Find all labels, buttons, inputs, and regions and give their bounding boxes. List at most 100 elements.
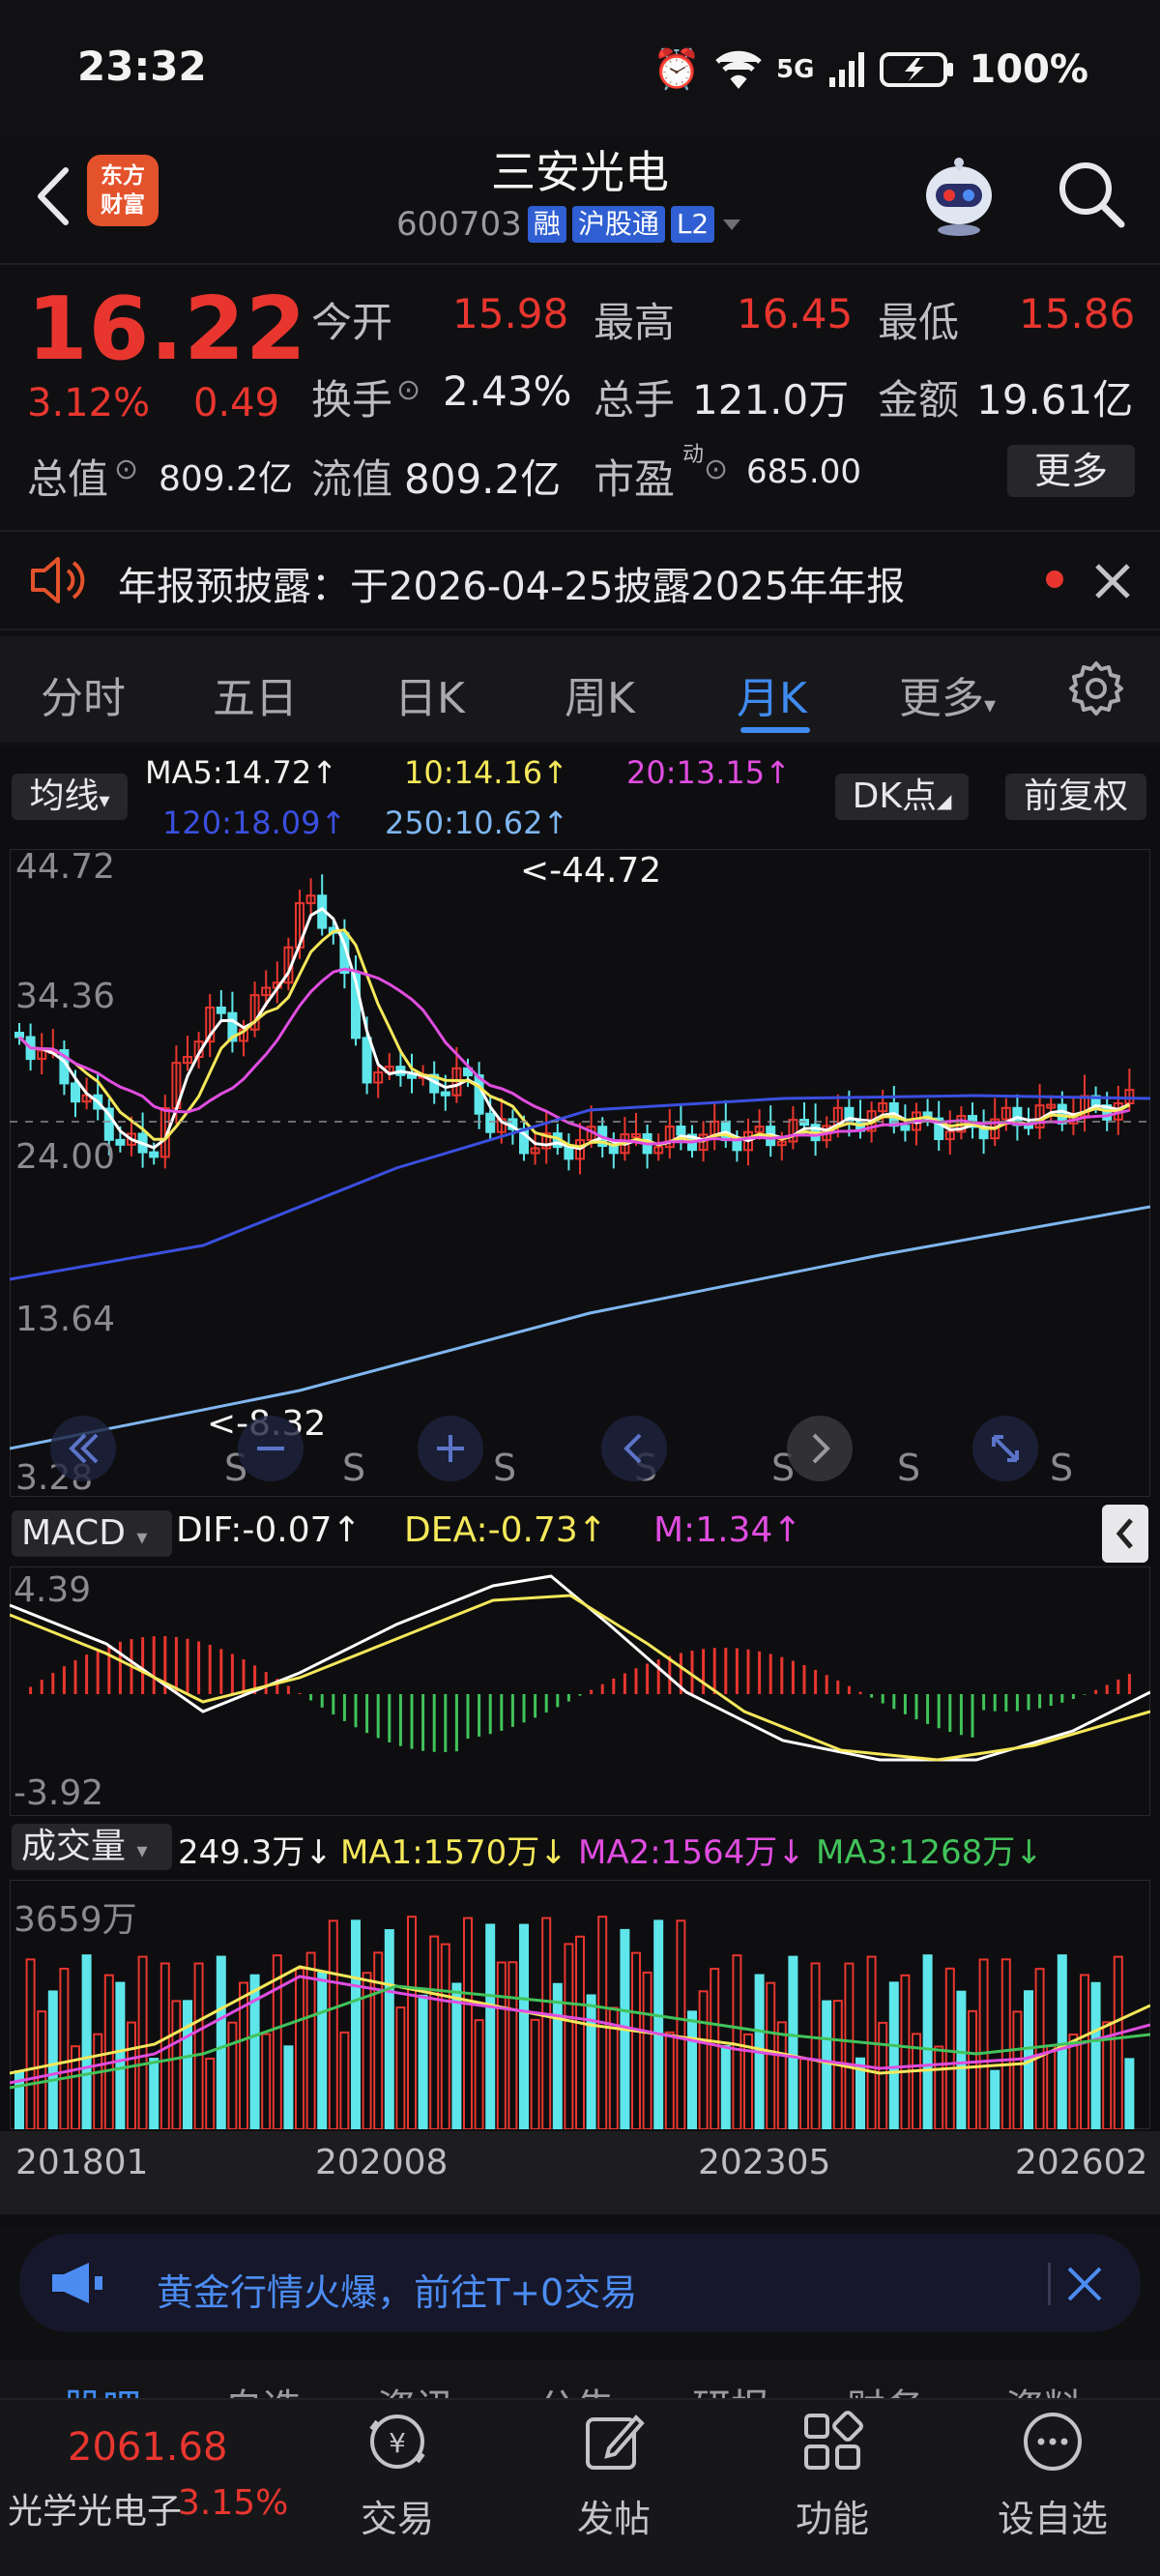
- volume-bar: [978, 1958, 989, 2129]
- volume-bar: [496, 1961, 507, 2129]
- tab-daily-k[interactable]: 日K: [394, 663, 465, 725]
- sector-index-value[interactable]: 2061.68: [68, 2425, 227, 2470]
- volume-bar: [1090, 1981, 1101, 2129]
- volume-bar: [530, 2018, 540, 2129]
- open-value: 15.98: [452, 290, 569, 337]
- scroll-left-double-icon[interactable]: [48, 1414, 118, 1483]
- collapse-panel-icon[interactable]: [1102, 1505, 1148, 1563]
- add-watchlist-button[interactable]: 设自选: [980, 2408, 1125, 2553]
- x-axis-label: 202305: [698, 2143, 831, 2182]
- signal-icon: [829, 51, 865, 87]
- promo-text[interactable]: 黄金行情火爆，前往T+0交易: [157, 2263, 637, 2316]
- ma-switch-button[interactable]: 均线▾: [12, 774, 128, 820]
- volume-bar: [283, 2045, 294, 2129]
- tab-news[interactable]: 资讯: [377, 2377, 454, 2398]
- volume-selector[interactable]: 成交量 ▾: [12, 1824, 172, 1870]
- tab-more[interactable]: 更多▾: [899, 663, 996, 725]
- volume-bar: [261, 2033, 272, 2129]
- stock-code-row[interactable]: 600703 融 沪股通 L2: [396, 205, 743, 244]
- volume-bar: [664, 2031, 675, 2129]
- volume-bar: [328, 1919, 338, 2129]
- float-value-label: 流值: [311, 455, 393, 503]
- post-label: 发帖: [576, 2498, 651, 2540]
- ma20-value: 20:13.15↑: [626, 754, 791, 791]
- total-value-value: 809.2亿: [159, 459, 294, 499]
- status-icons: ⏰ 5G 100%: [652, 46, 1088, 93]
- tab-announcements[interactable]: 公告: [537, 2377, 615, 2398]
- macd-m: M:1.34↑: [653, 1510, 802, 1550]
- volume-bar: [485, 1923, 496, 2129]
- close-icon[interactable]: [1063, 2263, 1106, 2305]
- wifi-icon: [715, 50, 762, 89]
- turnover-value: 2.43%: [443, 367, 572, 415]
- function-button[interactable]: 功能: [760, 2408, 905, 2553]
- volume-bar: [710, 1968, 720, 2129]
- trade-button[interactable]: ¥ 交易: [325, 2408, 470, 2553]
- fullscreen-icon[interactable]: [971, 1414, 1040, 1483]
- robot-assistant-icon[interactable]: [916, 153, 1001, 238]
- tab-monthly-k[interactable]: 月K: [737, 663, 807, 725]
- scroll-right-icon[interactable]: [785, 1414, 855, 1483]
- ma250-line: [10, 1205, 1150, 1450]
- close-icon[interactable]: [1092, 561, 1133, 601]
- volume-bar: [171, 2000, 182, 2129]
- tab-watchlist[interactable]: 自选: [224, 2377, 302, 2398]
- sector-name[interactable]: 光学光电子: [8, 2483, 182, 2533]
- volume-bar: [47, 1990, 58, 2129]
- volume-bar: [205, 2057, 216, 2129]
- dropdown-triangle-icon: ◢: [936, 789, 952, 812]
- notice-text[interactable]: 年报预披露：于2026-04-25披露2025年年报: [118, 555, 905, 611]
- kline-chart[interactable]: [10, 849, 1150, 1497]
- macd-chart[interactable]: [10, 1566, 1150, 1816]
- margin-tag: 融: [527, 206, 566, 243]
- search-icon[interactable]: [1054, 157, 1127, 230]
- tab-forum[interactable]: 股吧: [64, 2377, 141, 2398]
- volume-bar: [1012, 2010, 1023, 2129]
- volume-bar: [900, 1974, 911, 2129]
- volume-bar: [732, 1954, 742, 2129]
- macd-lines: [10, 1574, 1150, 1762]
- dropdown-triangle-icon: ▾: [99, 789, 110, 813]
- macd-selector[interactable]: MACD ▾: [12, 1510, 172, 1557]
- zoom-out-icon[interactable]: [236, 1414, 305, 1483]
- volume-bar: [564, 1943, 574, 2129]
- total-value-info-icon[interactable]: ⊙: [114, 453, 138, 486]
- change-amount: 0.49: [193, 381, 280, 425]
- turnover-info-icon[interactable]: ⊙: [396, 373, 420, 407]
- volume-bar: [93, 2033, 103, 2129]
- amount-label: 金额: [878, 376, 960, 424]
- dk-point-button[interactable]: DK点◢: [835, 774, 969, 820]
- volume-bar: [1046, 2044, 1057, 2129]
- gear-icon[interactable]: [1067, 659, 1125, 717]
- ma120-value: 120:18.09↑: [162, 805, 347, 841]
- volume-selector-label: 成交量: [21, 1827, 127, 1866]
- zoom-in-icon[interactable]: [416, 1414, 485, 1483]
- volume-label: 总手: [594, 376, 676, 424]
- adjust-mode-button[interactable]: 前复权: [1005, 774, 1146, 820]
- candle-body: [216, 1006, 226, 1014]
- pe-info-icon[interactable]: ⊙: [704, 453, 728, 486]
- volume-bar: [788, 1955, 798, 2129]
- x-axis-label: 202008: [315, 2143, 449, 2182]
- volume-bar: [440, 1943, 450, 2129]
- tab-five-day[interactable]: 五日: [213, 663, 298, 725]
- y-axis-label: 44.72: [15, 847, 116, 887]
- more-quote-button[interactable]: 更多: [1007, 445, 1135, 497]
- volume-bar: [968, 2009, 977, 2129]
- volume-value: 121.0万: [692, 376, 850, 424]
- tab-research[interactable]: 研报: [692, 2377, 769, 2398]
- tab-intraday[interactable]: 分时: [41, 663, 126, 725]
- dropdown-triangle-icon: ▾: [136, 1839, 148, 1863]
- tab-profile[interactable]: 资料: [1005, 2377, 1083, 2398]
- post-button[interactable]: 发帖: [541, 2408, 686, 2553]
- tab-weekly-k[interactable]: 周K: [565, 663, 635, 725]
- tab-finance[interactable]: 财务: [847, 2377, 924, 2398]
- scroll-left-icon[interactable]: [599, 1414, 669, 1483]
- dropdown-triangle-icon: [723, 220, 741, 230]
- dea-line: [10, 1594, 1150, 1762]
- volume-bar: [1113, 1955, 1123, 2129]
- candle-body: [676, 1126, 686, 1136]
- volume-chart[interactable]: [10, 1880, 1150, 2129]
- volume-bar: [822, 2000, 832, 2129]
- volume-bar: [295, 1967, 304, 2129]
